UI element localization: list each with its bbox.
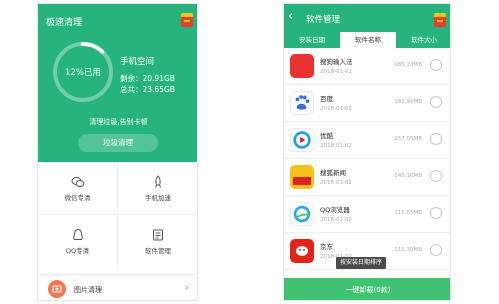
photo-clean-row[interactable]: 图片清理 › [38,274,197,300]
storage-used-percent: 12%已用 [65,68,101,78]
app-size: 115.65MB [394,210,422,216]
total-label: 总共： [120,85,143,94]
app-name: 搜狗输入法 [320,58,353,66]
app-date: 2018-01-02 [320,217,352,223]
app-manage-icon [153,229,163,241]
app-size: 111.39MB [394,247,422,253]
tab-app-size[interactable]: 软件大小 [396,32,450,48]
list-item[interactable]: QQ浏览器 2018-01-02 115.65MB [284,196,450,233]
red-packet-icon[interactable] [434,13,446,27]
list-item[interactable]: 搜狗输入法 2018-01-02 185.13MB [284,48,450,85]
junk-clean-button[interactable]: 垃圾清理 [78,134,158,152]
tab-app-name[interactable]: 软件名称 [340,32,396,48]
app-name: 京东 [320,243,333,251]
wechat-icon [71,176,84,187]
select-checkbox[interactable] [430,96,442,108]
youku-icon [290,128,314,152]
qq-penguin-icon [72,228,83,240]
tool-phone-boost[interactable]: 手机加速 [118,162,197,215]
tool-qq-clean[interactable]: QQ专清 [38,215,118,268]
app-manager-screen: ‹ 软件管理 安装日期 软件名称 软件大小 搜狗输入法 2018-01-02 1… [283,3,451,301]
qq-browser-icon [290,202,314,226]
remaining-label: 剩余： [120,74,143,83]
sort-tooltip: 按安装日期排序 [336,257,387,269]
photo-icon [48,280,66,298]
storage-header: 极速清理 12%已用 手机空间 剩余：20.91GB 总共：23.65GB 清理… [38,4,197,162]
select-checkbox[interactable] [430,207,442,219]
chevron-right-icon: › [184,281,189,294]
app-name: 优酷 [320,132,333,140]
app-size: 181.96MB [394,99,422,105]
select-checkbox[interactable] [430,133,442,145]
junk-cleaner-screen: 极速清理 12%已用 手机空间 剩余：20.91GB 总共：23.65GB 清理… [37,3,198,301]
total-value: 23.65GB [142,85,175,94]
tool-grid: 微信专清 手机加速 QQ专清 软件管理 [38,162,197,269]
select-checkbox[interactable] [430,170,442,182]
photo-clean-label: 图片清理 [74,286,102,294]
tool-label: 微信专清 [64,194,91,202]
tool-label: QQ专清 [65,247,90,255]
app-name: 搜狐新闻 [320,169,346,177]
list-item[interactable]: 搜狐新闻 2018-01-02 145.16MB [284,159,450,196]
red-packet-icon[interactable] [181,13,193,27]
tool-wechat-clean[interactable]: 微信专清 [38,162,118,215]
list-item[interactable]: 优酷 2018-01-02 157.05MB [284,122,450,159]
app-name: 百度 [320,95,333,103]
remaining-value: 20.91GB [142,74,175,83]
back-arrow-icon[interactable]: ‹ [288,9,293,24]
tool-app-manage[interactable]: 软件管理 [118,215,197,268]
storage-total: 总共：23.65GB [120,84,175,95]
app-date: 2018-01-02 [320,106,352,112]
one-click-uninstall-button[interactable]: 一键卸载(0款) [284,278,450,300]
app-date: 2018-01-02 [320,143,352,149]
list-item[interactable]: 百度 2018-01-02 181.96MB [284,85,450,122]
app-date: 2018-01-02 [320,180,352,186]
slogan-text: 清理垃圾,告别卡顿 [89,118,148,126]
tool-label: 软件管理 [145,247,171,255]
app-size: 157.05MB [394,136,422,142]
select-checkbox[interactable] [430,59,442,71]
app-manager-header: ‹ 软件管理 安装日期 软件名称 软件大小 [284,4,450,48]
app-date: 2018-01-02 [320,69,352,75]
app-size: 145.16MB [394,173,422,179]
app-name: QQ浏览器 [320,206,350,214]
app-size: 185.13MB [394,62,422,68]
tool-label: 手机加速 [145,194,171,202]
sort-tabs: 安装日期 软件名称 软件大小 [284,32,450,48]
page-title: 软件管理 [306,15,341,25]
sogou-input-icon [290,54,314,78]
sohu-news-icon [290,165,314,189]
baidu-icon [290,91,314,115]
jd-icon [290,239,314,263]
storage-title: 手机空间 [120,57,155,67]
page-title: 极速清理 [46,18,83,28]
storage-remaining: 剩余：20.91GB [120,73,175,84]
rocket-icon [155,175,161,188]
tab-install-date[interactable]: 安装日期 [284,32,340,48]
select-checkbox[interactable] [430,244,442,256]
